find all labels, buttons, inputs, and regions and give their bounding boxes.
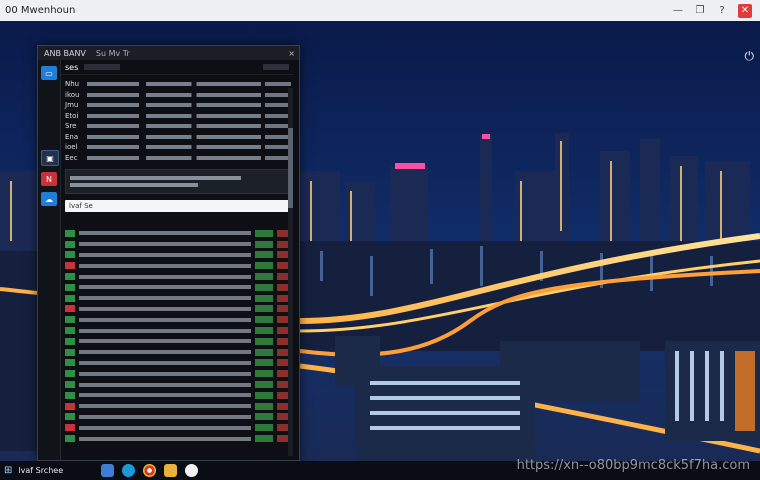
table-row[interactable] <box>65 239 291 250</box>
table-row[interactable] <box>65 271 291 282</box>
tab-indicator <box>263 64 289 70</box>
app-breadcrumb: Su Mv Tr <box>95 48 130 58</box>
list-item[interactable]: Nhu <box>65 79 291 90</box>
edge-icon[interactable] <box>122 464 136 477</box>
cloud-icon[interactable]: ☁ <box>41 192 57 206</box>
list-item[interactable]: Jmu <box>65 100 291 111</box>
table-row[interactable] <box>65 260 291 271</box>
notice-panel <box>65 169 289 194</box>
watermark-text: https://xn--o80bp9mc8ck5f7ha.com <box>516 458 750 473</box>
table-row[interactable] <box>65 433 291 444</box>
tab-active[interactable]: ses <box>65 63 78 72</box>
list-item-key: Jmu <box>65 101 79 110</box>
monitor-icon[interactable]: ▣ <box>41 150 59 166</box>
chrome-icon[interactable] <box>143 464 157 477</box>
list-item[interactable]: ioel <box>65 142 291 153</box>
start-button[interactable]: ⊞ <box>4 465 12 476</box>
window-title: 00 Mwenhoun <box>5 5 76 16</box>
app-main: ses Nhu ikou Jmu Etoi Sre Ena ioel Eec l… <box>61 60 293 460</box>
table-row[interactable] <box>65 282 291 293</box>
table-row[interactable] <box>65 422 291 433</box>
tab-bar <box>84 64 121 70</box>
taskbar-search[interactable]: lvaf Srchee <box>18 466 63 475</box>
store-icon[interactable] <box>185 464 199 477</box>
list-item-key: Ena <box>65 132 79 141</box>
table-row[interactable] <box>65 379 291 390</box>
list-item[interactable]: Eec <box>65 153 291 164</box>
news-icon[interactable]: N <box>41 172 57 186</box>
app-close-button[interactable]: × <box>288 49 295 58</box>
list-item-key: ikou <box>65 90 80 99</box>
table-row[interactable] <box>65 347 291 358</box>
app-window: ANB BANV Su Mv Tr × ▭ ▣ N ☁ ses Nhu ikou… <box>37 45 300 461</box>
scrollbar-thumb[interactable] <box>288 128 293 208</box>
table-row[interactable] <box>65 314 291 325</box>
list-item-key: Nhu <box>65 80 80 89</box>
list-item[interactable]: ikou <box>65 90 291 101</box>
minimize-button[interactable]: — <box>672 5 684 17</box>
table-row[interactable] <box>65 390 291 401</box>
list-item-key: Sre <box>65 122 77 131</box>
list-item-key: Eec <box>65 153 78 162</box>
tab-row: ses <box>61 60 293 75</box>
list-item[interactable]: Etoi <box>65 111 291 122</box>
app-titlebar: ANB BANV Su Mv Tr × <box>38 46 299 60</box>
table-row[interactable] <box>65 304 291 315</box>
search-input[interactable]: lvaf Se <box>65 200 289 212</box>
table-row[interactable] <box>65 401 291 412</box>
table-row[interactable] <box>65 336 291 347</box>
top-list: Nhu ikou Jmu Etoi Sre Ena ioel Eec <box>61 75 293 163</box>
table-row[interactable] <box>65 368 291 379</box>
close-button[interactable]: ✕ <box>738 3 752 18</box>
table-row[interactable] <box>65 293 291 304</box>
list-item-key: ioel <box>65 143 78 152</box>
list-item[interactable]: Sre <box>65 121 291 132</box>
table-row[interactable] <box>65 250 291 261</box>
table-row[interactable] <box>65 358 291 369</box>
scrollbar[interactable] <box>288 88 293 456</box>
table-row[interactable] <box>65 412 291 423</box>
app-title: ANB BANV <box>44 48 86 58</box>
file-explorer-icon[interactable] <box>164 464 178 477</box>
table-row[interactable] <box>65 228 291 239</box>
power-icon[interactable]: ⏻ <box>745 49 755 64</box>
table-row[interactable] <box>65 325 291 336</box>
restore-button[interactable]: ❐ <box>694 5 706 17</box>
app-sidebar: ▭ ▣ N ☁ <box>38 60 61 460</box>
window-titlebar: 00 Mwenhoun — ❐ ? ✕ <box>0 0 760 22</box>
list-item-key: Etoi <box>65 111 79 120</box>
data-grid <box>65 228 291 454</box>
list-item[interactable]: Ena <box>65 132 291 143</box>
task-view-icon[interactable] <box>101 464 115 477</box>
browser-icon[interactable]: ▭ <box>41 66 57 80</box>
help-button[interactable]: ? <box>716 5 728 17</box>
